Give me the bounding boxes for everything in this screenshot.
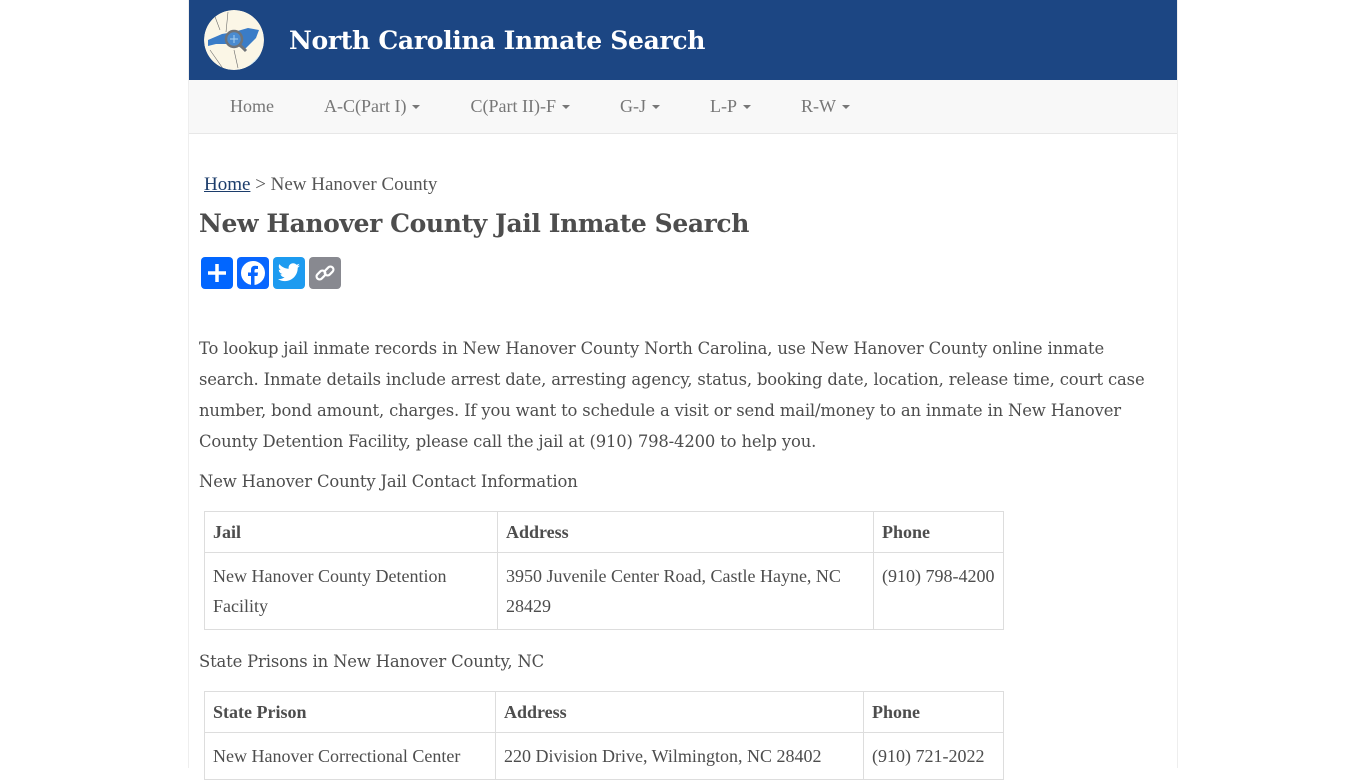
jail-contact-table: Jail Address Phone New Hanover County De…	[204, 511, 1004, 630]
twitter-share-button[interactable]	[273, 257, 305, 289]
copy-link-button[interactable]	[309, 257, 341, 289]
prison-name-cell: New Hanover Correctional Center	[204, 732, 496, 780]
nav-label: A-C(Part I)	[324, 96, 407, 116]
table-header-row: State Prison Address Phone	[204, 691, 1004, 733]
nav-item-g-j[interactable]: G-J	[620, 96, 660, 117]
nav-label: L-P	[709, 96, 737, 116]
caret-down-icon	[651, 104, 660, 109]
page-title: New Hanover County Jail Inmate Search	[199, 209, 749, 238]
nav-item-l-p[interactable]: L-P	[710, 96, 751, 117]
table-row: New Hanover County Detention Facility 39…	[204, 552, 1004, 630]
caret-down-icon	[742, 104, 751, 109]
site-title[interactable]: North Carolina Inmate Search	[289, 26, 705, 55]
link-icon	[315, 265, 335, 281]
state-prisons-heading: State Prisons in New Hanover County, NC	[199, 652, 545, 671]
nav-label: Home	[230, 96, 274, 116]
nav-item-c-part-2-f[interactable]: C(Part II)-F	[470, 96, 570, 117]
breadcrumb: Home > New Hanover County	[204, 174, 1167, 196]
nc-map-logo-icon[interactable]	[204, 10, 264, 70]
column-header: State Prison	[204, 691, 496, 733]
column-header: Phone	[863, 691, 1004, 733]
breadcrumb-home-link[interactable]: Home	[204, 174, 250, 195]
caret-down-icon	[841, 104, 850, 109]
column-header: Address	[497, 511, 874, 553]
intro-paragraph: To lookup jail inmate records in New Han…	[199, 339, 1145, 451]
main-content: Home > New Hanover County New Hanover Co…	[189, 174, 1177, 780]
prison-address-cell: 220 Division Drive, Wilmington, NC 28402	[495, 732, 864, 780]
column-header: Phone	[873, 511, 1004, 553]
facebook-share-button[interactable]	[237, 257, 269, 289]
main-nav: Home A-C(Part I) C(Part II)-F G-J L-P R-…	[189, 80, 1177, 134]
plus-icon	[208, 264, 226, 282]
caret-down-icon	[561, 104, 570, 109]
jail-address-cell: 3950 Juvenile Center Road, Castle Hayne,…	[497, 552, 874, 630]
twitter-icon	[278, 263, 300, 282]
facebook-icon	[241, 261, 265, 286]
breadcrumb-separator: >	[250, 174, 271, 195]
caret-down-icon	[412, 104, 421, 109]
breadcrumb-current: New Hanover County	[270, 174, 438, 195]
jail-contact-heading: New Hanover County Jail Contact Informat…	[199, 472, 578, 491]
share-button[interactable]	[201, 257, 233, 289]
table-header-row: Jail Address Phone	[204, 511, 1004, 553]
jail-phone-cell: (910) 798-4200	[873, 552, 1004, 630]
site-header: North Carolina Inmate Search	[189, 0, 1177, 80]
column-header: Jail	[204, 511, 498, 553]
share-buttons	[201, 257, 1167, 289]
nav-label: G-J	[619, 96, 646, 116]
nav-item-home[interactable]: Home	[230, 96, 274, 117]
nav-label: C(Part II)-F	[470, 96, 556, 116]
jail-name-cell: New Hanover County Detention Facility	[204, 552, 498, 630]
prison-phone-cell: (910) 721-2022	[863, 732, 1004, 780]
state-prisons-table: State Prison Address Phone New Hanover C…	[204, 691, 1004, 780]
table-row: New Hanover Correctional Center 220 Divi…	[204, 732, 1004, 780]
page-container: North Carolina Inmate Search Home A-C(Pa…	[188, 0, 1178, 780]
nav-label: R-W	[800, 96, 836, 116]
nav-item-a-c-part-1[interactable]: A-C(Part I)	[324, 96, 421, 117]
column-header: Address	[495, 691, 864, 733]
nav-item-r-w[interactable]: R-W	[801, 96, 850, 117]
